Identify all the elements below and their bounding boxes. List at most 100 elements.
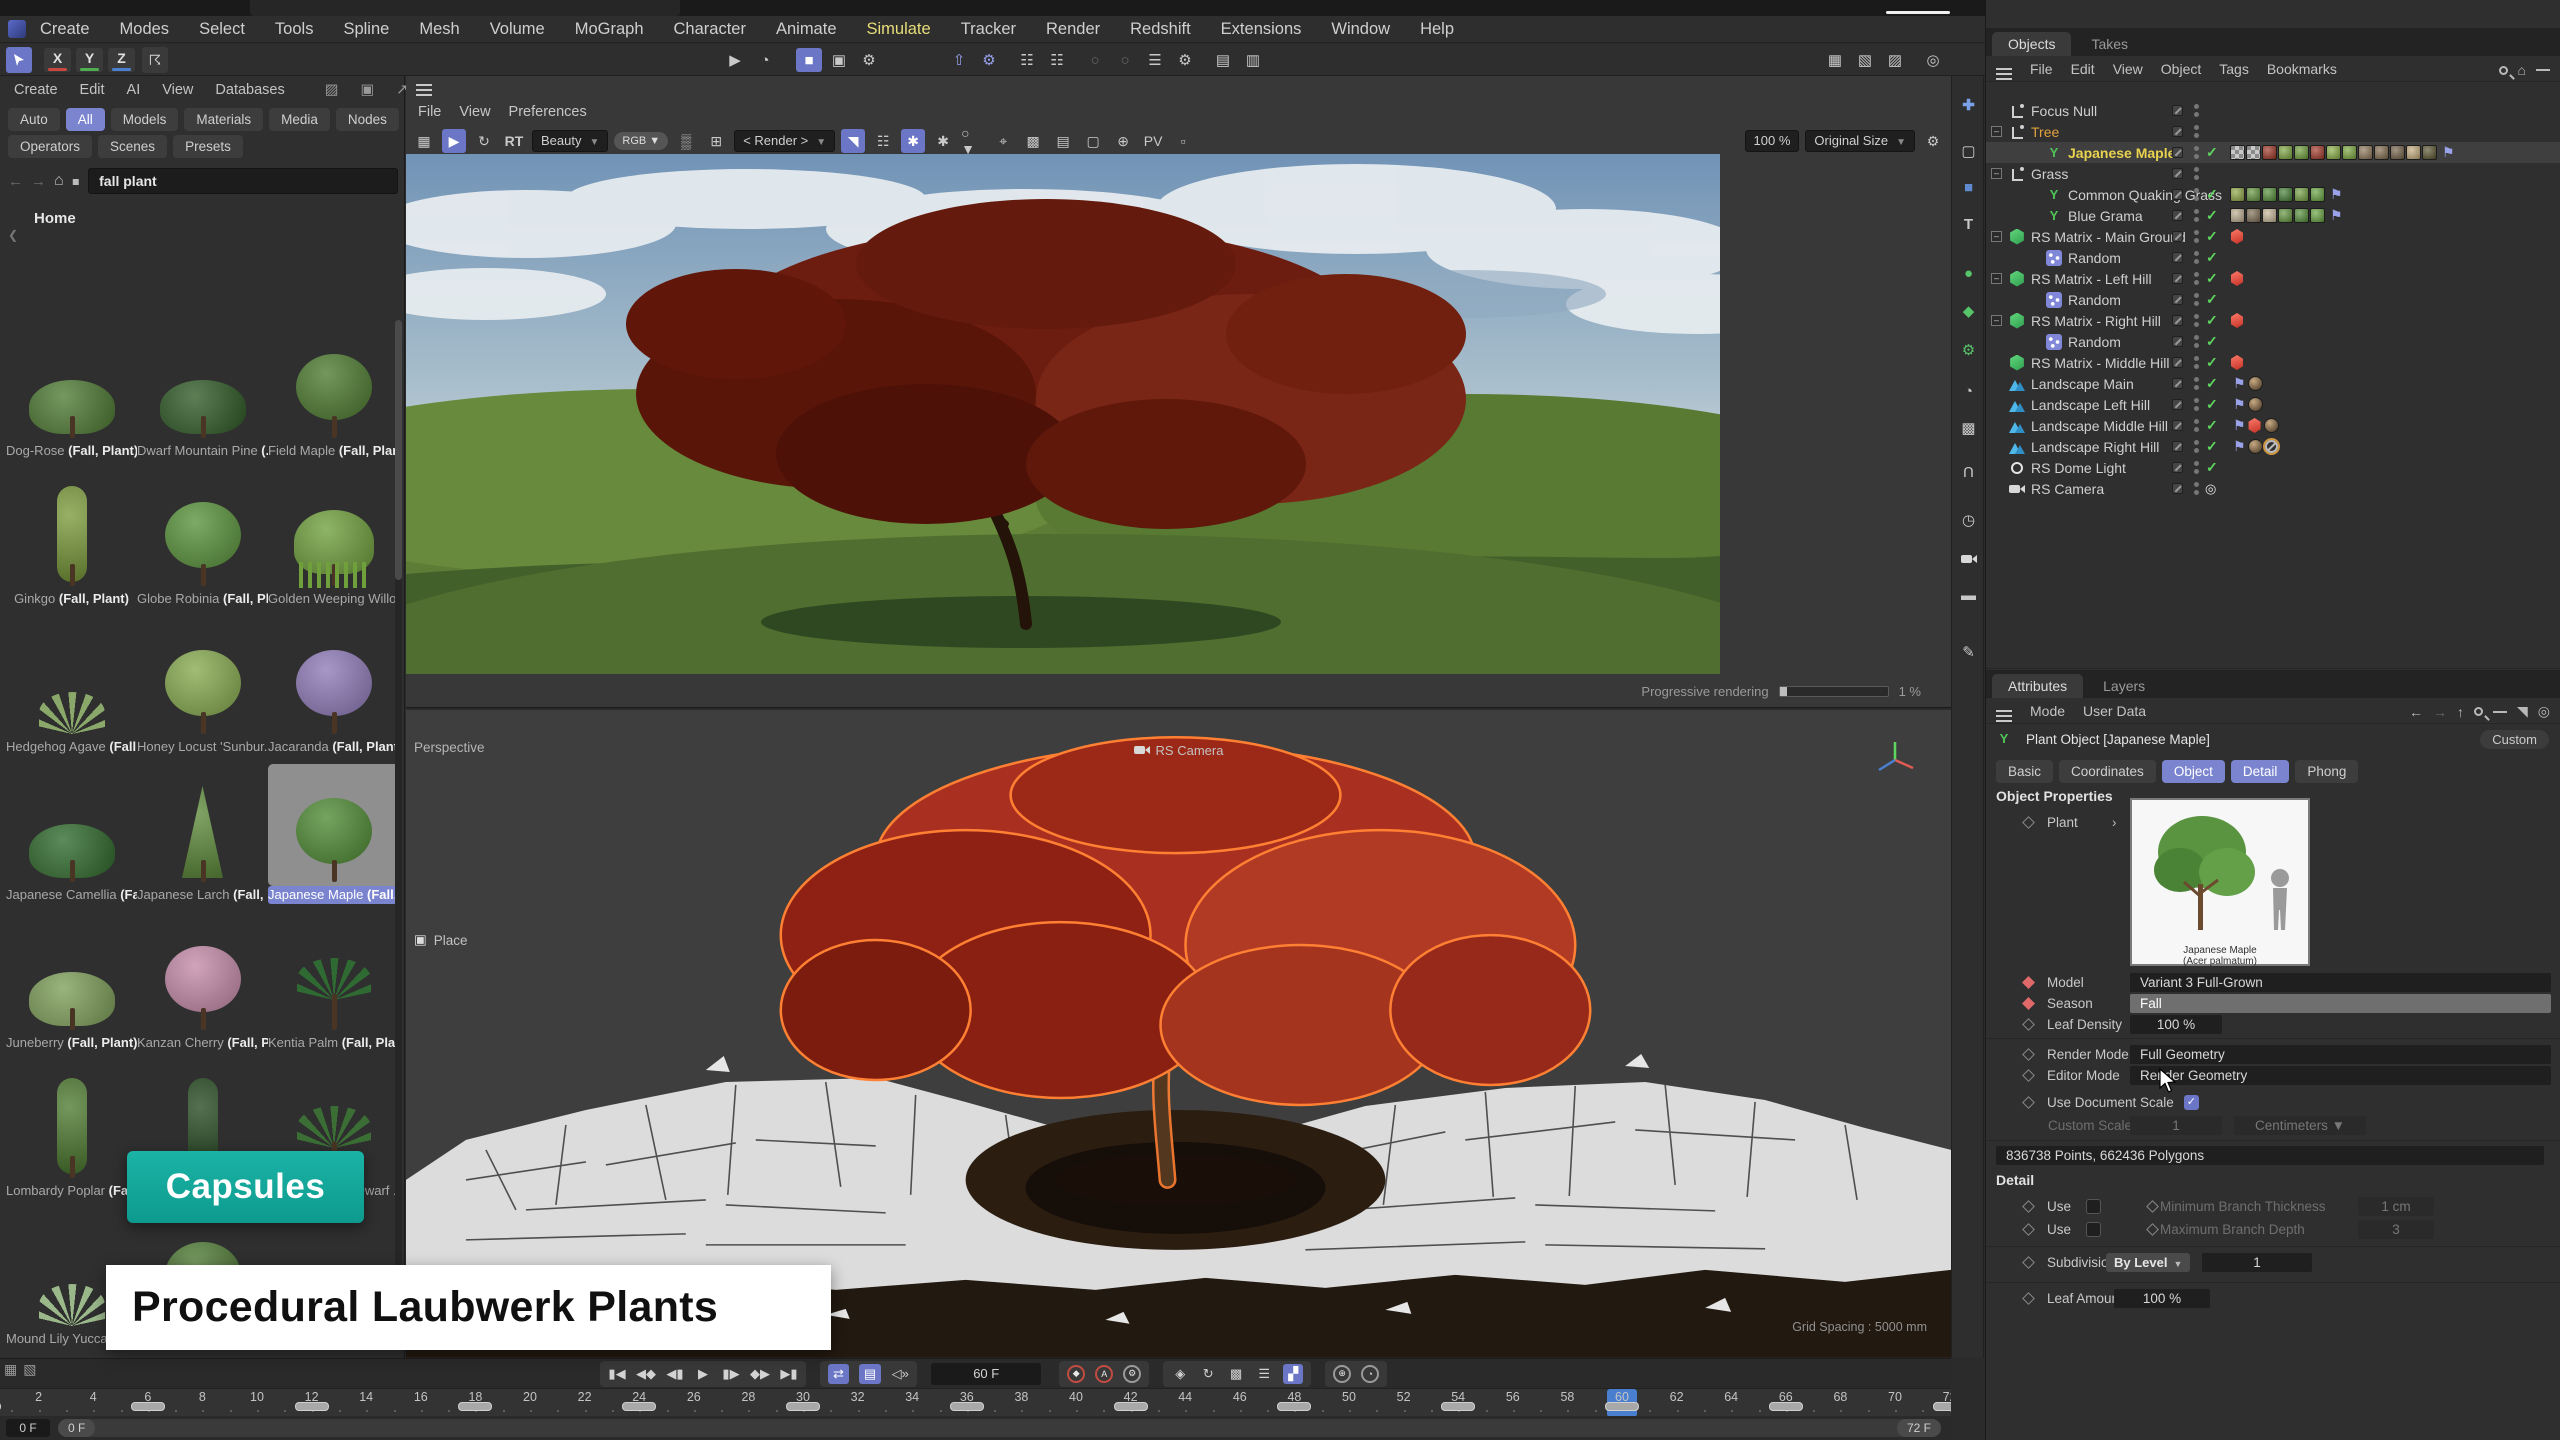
settings-gear-button[interactable]: ⚙ [1172, 48, 1198, 72]
menu-help[interactable]: Help [1420, 20, 1454, 39]
filter-tab-media[interactable]: Media [269, 108, 330, 131]
object-row-landscape-right-hill[interactable]: Landscape Right Hill [1986, 436, 2560, 457]
param-diamond-animated[interactable] [2022, 976, 2035, 989]
object-row-rs-matrix-middle-hill[interactable]: RS Matrix - Middle Hill [1986, 352, 2560, 373]
stripes-icon[interactable]: ▤ [1051, 129, 1075, 153]
menu-animate[interactable]: Animate [776, 20, 837, 39]
menu-tools[interactable]: Tools [275, 20, 314, 39]
redshift-tag-icon[interactable] [2230, 313, 2244, 328]
layer-toggle[interactable] [2172, 189, 2183, 200]
rv-menu-preferences[interactable]: Preferences [509, 104, 587, 120]
om-burger-icon[interactable] [1996, 68, 2012, 70]
filter-sliders-button[interactable]: ☰ [1142, 48, 1168, 72]
om-menu-edit[interactable]: Edit [2071, 61, 2095, 77]
material-tags[interactable] [2230, 145, 2437, 160]
object-row-focus-null[interactable]: Focus Null [1986, 100, 2560, 121]
attr-filter-icon[interactable] [2493, 711, 2507, 713]
param-diamond[interactable] [2022, 1223, 2035, 1236]
layer-toggle[interactable] [2172, 483, 2183, 494]
timeline-mini-icon-b[interactable]: ▧ [23, 1361, 36, 1378]
range-right-handle[interactable]: 72 F [1897, 1419, 1941, 1437]
cube-tool-icon[interactable]: ■ [1956, 175, 1981, 199]
asset-tile[interactable]: Field Maple (Fall, Plant) [268, 320, 399, 468]
layer-toggle[interactable] [2172, 357, 2183, 368]
flag-tag-icon[interactable] [2233, 438, 2246, 455]
motion-system-button[interactable]: ⊕ [1333, 1365, 1351, 1383]
asset-menu-edit[interactable]: Edit [80, 82, 105, 104]
collapse-section-icon[interactable]: ❮ [8, 228, 18, 242]
prev-key-button[interactable]: ◀◆ [636, 1366, 656, 1382]
visibility-dots[interactable] [2194, 230, 2199, 243]
use-document-scale-checkbox[interactable]: ✓ [2184, 1095, 2199, 1110]
filter-tab-all[interactable]: All [66, 108, 105, 131]
object-row-rs-matrix-right-hill[interactable]: ‒RS Matrix - Right Hill [1986, 310, 2560, 331]
channel-select[interactable]: RGB ▼ [614, 132, 668, 150]
filter-tab-operators[interactable]: Operators [8, 135, 92, 158]
render-mode-select[interactable]: Full Geometry [2130, 1045, 2551, 1064]
leaf-density-field[interactable]: 100 % [2130, 1015, 2222, 1034]
visibility-dots[interactable] [2194, 398, 2199, 411]
object-row-rs-dome-light[interactable]: RS Dome Light [1986, 457, 2560, 478]
section-tab-basic[interactable]: Basic [1996, 760, 2053, 783]
rv-menu-view[interactable]: View [459, 104, 490, 120]
camera-tool-icon[interactable] [1956, 547, 1981, 571]
keyframe-settings-button[interactable]: ⚙ [1123, 1365, 1141, 1383]
object-row-tree[interactable]: ‒Tree [1986, 121, 2560, 142]
panel-layout-icon[interactable]: ▣ [360, 82, 374, 104]
menu-spline[interactable]: Spline [343, 20, 389, 39]
asset-tile[interactable]: Golden Weeping Willo... [268, 468, 399, 616]
layer-toggle[interactable] [2172, 420, 2183, 431]
plant-preview-thumbnail[interactable]: Japanese Maple (Acer palmatum) [2130, 798, 2310, 966]
redshift-tag-icon[interactable] [2230, 355, 2244, 370]
redshift-tag-icon[interactable] [2248, 418, 2262, 433]
layer-toggle[interactable] [2172, 441, 2183, 452]
editor-mode-select[interactable]: Render Geometry [2130, 1066, 2551, 1085]
flag-tag-icon[interactable] [2330, 186, 2343, 203]
magnet-tool-icon[interactable]: U [1956, 460, 1981, 484]
modeling-settings-button[interactable]: ⚙ [856, 48, 882, 72]
camera-label[interactable]: RS Camera [1134, 742, 1224, 758]
viewport-label[interactable]: Perspective [414, 740, 485, 755]
filter-tab-scenes[interactable]: Scenes [98, 135, 167, 158]
asset-tile[interactable]: Juneberry (Fall, Plant) [6, 912, 137, 1060]
menu-extensions[interactable]: Extensions [1221, 20, 1302, 39]
menu-render[interactable]: Render [1046, 20, 1100, 39]
asset-tile[interactable]: Dwarf Mountain Pine (... [137, 320, 268, 468]
param-diamond[interactable] [2022, 816, 2035, 829]
place-tool-label[interactable]: ▣Place [414, 932, 468, 948]
render-view-menu-icon[interactable] [416, 84, 432, 86]
protection-tag-icon[interactable] [2265, 440, 2278, 453]
asset-tile[interactable]: Hedgehog Agave (Fall... [6, 616, 137, 764]
visibility-dots[interactable] [2194, 272, 2199, 285]
axis-gizmo[interactable] [1873, 738, 1917, 787]
object-row-grass[interactable]: ‒Grass [1986, 163, 2560, 184]
render-slot-select[interactable]: < Render >▼ [734, 130, 835, 152]
om-filter-icon[interactable] [2536, 69, 2550, 71]
keyframe-selection-filter[interactable]: ▞ [1283, 1364, 1303, 1384]
visibility-dots[interactable] [2194, 167, 2199, 180]
layer-toggle[interactable] [2172, 210, 2183, 221]
text-tool-icon[interactable]: T [1956, 212, 1981, 236]
layer-toggle[interactable] [2172, 315, 2183, 326]
material-tag[interactable] [2248, 397, 2263, 412]
om-menu-bookmarks[interactable]: Bookmarks [2267, 61, 2337, 77]
filter-tab-auto[interactable]: Auto [8, 108, 60, 131]
attr-back-icon[interactable]: ← [2409, 704, 2423, 720]
redshift-tag-icon[interactable] [2230, 271, 2244, 286]
z-axis-lock-button[interactable]: Z [108, 48, 135, 72]
pen-spline-button[interactable]: ▣ [826, 48, 852, 72]
menu-mesh[interactable]: Mesh [419, 20, 459, 39]
attr-target-icon[interactable]: ◎ [2538, 703, 2550, 720]
attr-search-icon[interactable] [2474, 707, 2483, 716]
om-menu-file[interactable]: File [2030, 61, 2053, 77]
sound-toggle-button[interactable]: ◁» [891, 1366, 909, 1382]
model-select[interactable]: Variant 3 Full-Grown [2130, 973, 2551, 992]
size-mode-select[interactable]: Original Size▼ [1805, 130, 1915, 152]
visibility-dots[interactable] [2194, 293, 2199, 306]
preview-range-slider[interactable]: 0 F 72 F [58, 1419, 1941, 1437]
asset-tile[interactable]: Ginkgo (Fall, Plant) [6, 468, 137, 616]
tab-attributes[interactable]: Attributes [1992, 674, 2083, 698]
flag-tag-icon[interactable] [2233, 417, 2246, 434]
enabled-check-icon[interactable] [2206, 207, 2218, 224]
focus-icon[interactable]: ⌖ [991, 129, 1015, 153]
